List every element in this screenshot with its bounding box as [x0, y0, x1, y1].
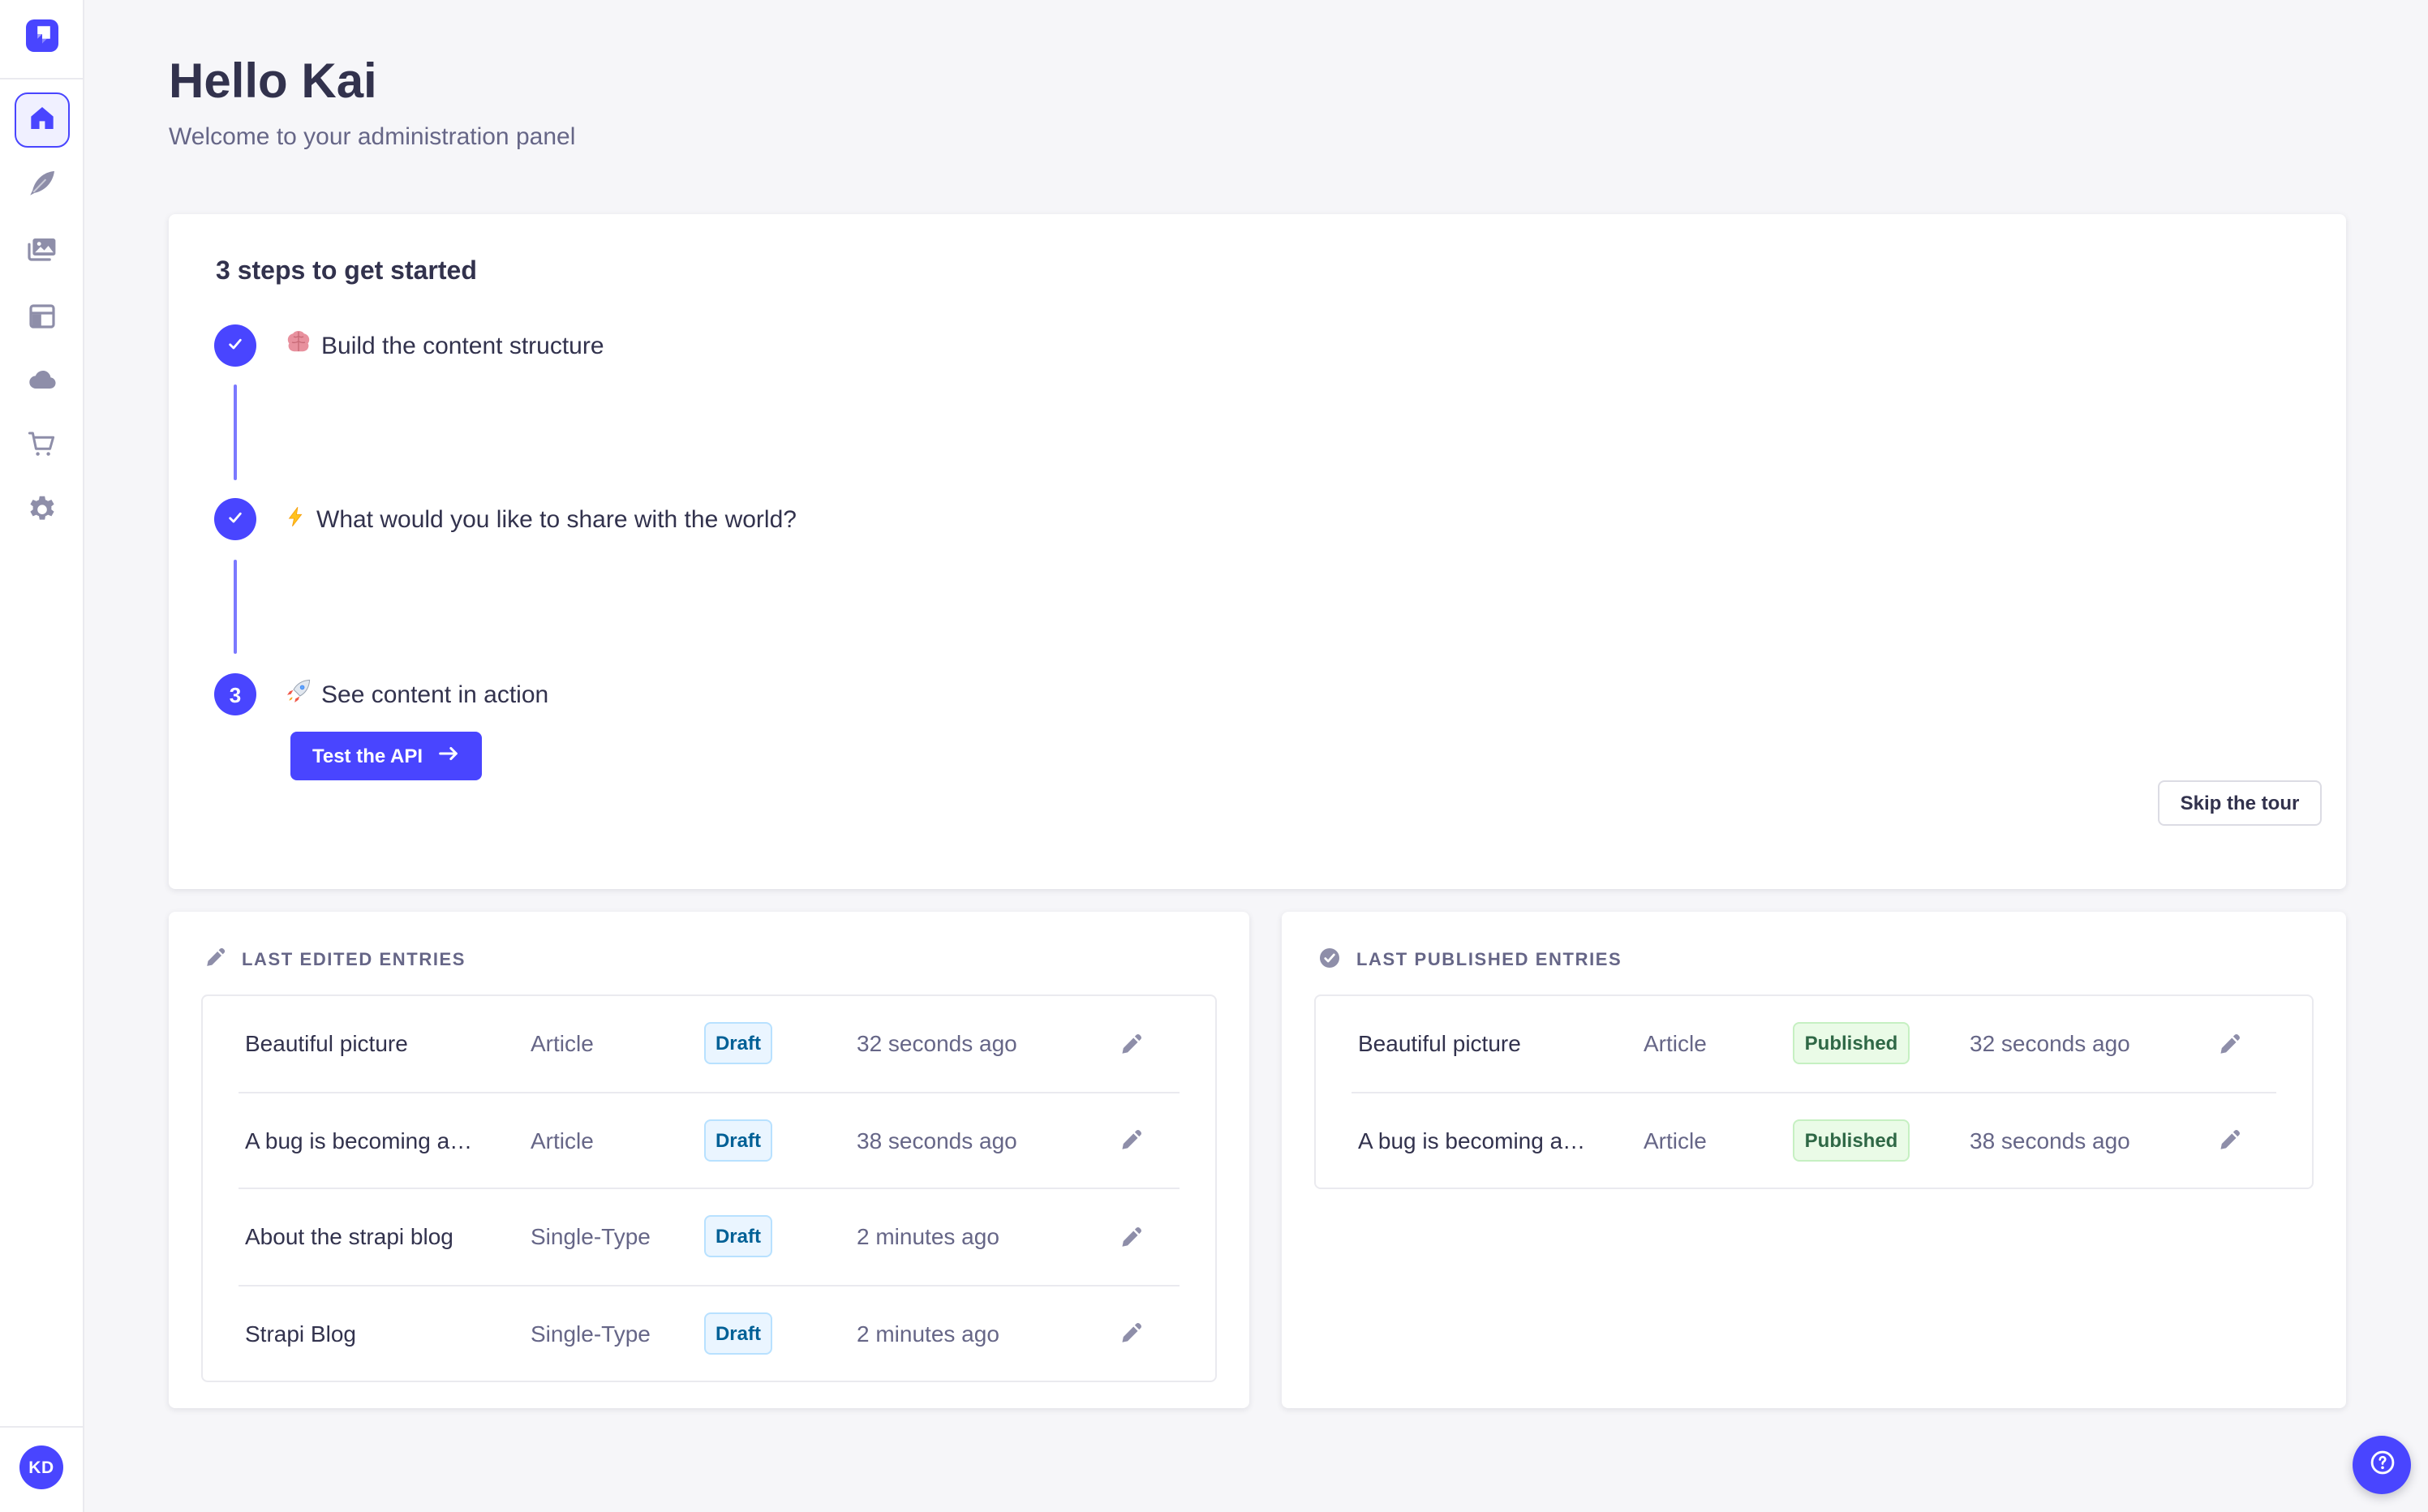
gear-icon: [26, 492, 58, 530]
table-row[interactable]: A bug is becoming a… Article Published 3…: [1316, 1093, 2312, 1188]
last-published-header: LAST PUBLISHED ENTRIES: [1317, 946, 1622, 975]
edit-entry-button[interactable]: [1119, 1225, 1144, 1249]
last-published-card: LAST PUBLISHED ENTRIES Beautiful picture…: [1282, 912, 2346, 1408]
table-row[interactable]: Beautiful picture Article Draft 32 secon…: [203, 996, 1215, 1091]
onboarding-card: 3 steps to get started Build the content…: [169, 214, 2346, 889]
status-badge: Draft: [703, 1312, 772, 1355]
sidebar: KD: [0, 0, 84, 1512]
edit-entry-button[interactable]: [2218, 1032, 2242, 1056]
step-1-indicator: [214, 324, 256, 367]
strapi-admin-home: KD Hello Kai Welcome to your administrat…: [0, 0, 2428, 1512]
help-button[interactable]: [2353, 1436, 2411, 1494]
sidebar-item-home[interactable]: [15, 92, 70, 148]
sidebar-item-settings[interactable]: [16, 485, 68, 537]
edit-entry-button[interactable]: [1119, 1032, 1144, 1056]
last-edited-header: LAST EDITED ENTRIES: [204, 946, 466, 973]
strapi-logo[interactable]: [26, 19, 58, 52]
step-1-label-row: Build the content structure: [286, 328, 604, 363]
entry-title: A bug is becoming a…: [245, 1127, 473, 1153]
step-3-label-row: See content in action: [286, 677, 548, 712]
entry-title: Strapi Blog: [245, 1320, 356, 1347]
home-icon: [28, 103, 57, 137]
step-3-label: See content in action: [321, 681, 549, 708]
entry-title: Beautiful picture: [1358, 1030, 1521, 1057]
pencil-icon: [204, 946, 227, 973]
entry-time: 32 seconds ago: [1970, 1030, 2130, 1057]
test-api-button[interactable]: Test the API: [290, 732, 482, 780]
table-row[interactable]: Beautiful picture Article Published 32 s…: [1316, 996, 2312, 1091]
table-row[interactable]: About the strapi blog Single-Type Draft …: [203, 1189, 1215, 1284]
last-edited-card: LAST EDITED ENTRIES Beautiful picture Ar…: [169, 912, 1249, 1408]
cart-icon: [26, 427, 58, 465]
page-title: Hello Kai: [169, 55, 377, 109]
page-subtitle: Welcome to your administration panel: [169, 123, 576, 151]
media-icon: [26, 233, 58, 270]
rocket-emoji-icon: [286, 678, 312, 711]
table-row[interactable]: Strapi Blog Single-Type Draft 2 minutes …: [203, 1286, 1215, 1381]
check-circle-icon: [1317, 946, 1342, 975]
arrow-right-icon: [436, 741, 460, 771]
step-2-indicator: [214, 498, 256, 540]
edit-entry-button[interactable]: [2218, 1128, 2242, 1153]
step-2-label: What would you like to share with the wo…: [316, 505, 797, 533]
status-badge: Published: [1793, 1022, 1910, 1065]
step-connector: [234, 560, 237, 654]
entry-type: Single-Type: [531, 1223, 651, 1250]
status-badge: Draft: [703, 1022, 772, 1065]
check-icon: [224, 332, 247, 359]
last-published-title: LAST PUBLISHED ENTRIES: [1356, 951, 1622, 970]
feather-icon: [26, 166, 58, 204]
onboarding-title: 3 steps to get started: [216, 258, 477, 286]
entry-time: 2 minutes ago: [857, 1320, 999, 1347]
sidebar-item-content-manager[interactable]: [16, 292, 68, 344]
entry-type: Article: [1644, 1030, 1707, 1057]
step-connector: [234, 384, 237, 480]
status-badge: Draft: [703, 1215, 772, 1258]
step-2-label-row: What would you like to share with the wo…: [286, 501, 797, 537]
entry-title: About the strapi blog: [245, 1223, 453, 1250]
step-1-label: Build the content structure: [321, 332, 604, 359]
sidebar-item-deploy[interactable]: [16, 355, 68, 407]
status-badge: Draft: [703, 1119, 772, 1162]
brain-emoji-icon: [286, 329, 312, 362]
entry-title: Beautiful picture: [245, 1030, 408, 1057]
table-row[interactable]: A bug is becoming a… Article Draft 38 se…: [203, 1093, 1215, 1188]
entry-type: Article: [1644, 1127, 1707, 1153]
status-badge: Published: [1793, 1119, 1910, 1162]
cloud-icon: [26, 363, 58, 400]
last-published-table: Beautiful picture Article Published 32 s…: [1314, 994, 2314, 1189]
sidebar-item-marketplace[interactable]: [16, 420, 68, 472]
last-edited-table: Beautiful picture Article Draft 32 secon…: [201, 994, 1217, 1382]
skip-tour-button[interactable]: Skip the tour: [2158, 780, 2322, 826]
layout-icon: [26, 299, 58, 337]
question-mark-icon: [2366, 1447, 2397, 1483]
check-icon: [224, 505, 247, 533]
entry-time: 38 seconds ago: [1970, 1127, 2130, 1153]
user-avatar[interactable]: KD: [19, 1445, 63, 1489]
lightning-emoji-icon: [286, 504, 307, 535]
sidebar-divider-bottom: [0, 1426, 83, 1428]
entry-type: Single-Type: [531, 1320, 651, 1347]
test-api-label: Test the API: [312, 745, 423, 767]
strapi-logo-icon: [26, 17, 58, 54]
step-3-number: 3: [229, 682, 242, 707]
entry-time: 2 minutes ago: [857, 1223, 999, 1250]
sidebar-divider-top: [0, 78, 83, 79]
edit-entry-button[interactable]: [1119, 1321, 1144, 1346]
sidebar-item-media-library[interactable]: [16, 226, 68, 277]
step-3-indicator: 3: [214, 673, 256, 715]
edit-entry-button[interactable]: [1119, 1128, 1144, 1153]
entry-type: Article: [531, 1127, 594, 1153]
entry-type: Article: [531, 1030, 594, 1057]
last-edited-title: LAST EDITED ENTRIES: [242, 950, 466, 969]
sidebar-item-content-type-builder[interactable]: [16, 159, 68, 211]
entry-title: A bug is becoming a…: [1358, 1127, 1586, 1153]
entry-time: 38 seconds ago: [857, 1127, 1017, 1153]
entry-time: 32 seconds ago: [857, 1030, 1017, 1057]
